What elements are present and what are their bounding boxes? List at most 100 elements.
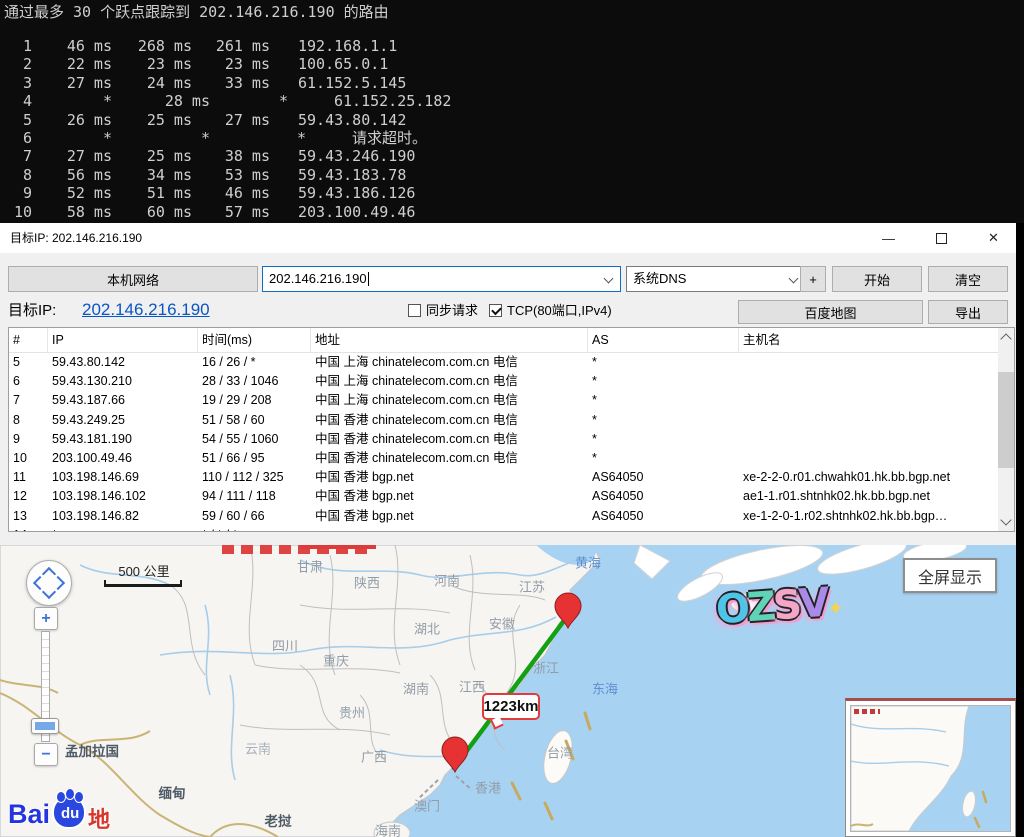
map-scale-bar: [104, 580, 182, 587]
chevron-down-icon[interactable]: [789, 274, 799, 284]
table-row[interactable]: 759.43.187.6619 / 29 / 208中国 上海 chinatel…: [9, 391, 1014, 410]
traceroute-terminal: 通过最多 30 个跃点跟踪到 202.146.216.190 的路由 146 m…: [0, 0, 1024, 223]
scroll-down-icon[interactable]: [1000, 514, 1011, 525]
col-address[interactable]: 地址: [311, 328, 588, 352]
table-row[interactable]: 959.43.181.19054 / 55 / 1060中国 香港 chinat…: [9, 430, 1014, 449]
map-label: 东海: [592, 679, 618, 698]
target-ip-value: 202.146.216.190: [269, 271, 367, 286]
chevron-down-icon[interactable]: [604, 274, 614, 284]
table-row[interactable]: 13103.198.146.8259 / 60 / 66中国 香港 bgp.ne…: [9, 507, 1014, 526]
terminal-row: 1058 ms60 ms57 ms203.100.49.46: [0, 203, 1024, 221]
target-ip-label: 目标IP:: [8, 299, 56, 323]
zoom-out-button[interactable]: −: [34, 743, 58, 766]
minimap-inset[interactable]: [845, 698, 1016, 837]
titlebar: 目标IP: 202.146.216.190 — ✕: [0, 223, 1016, 253]
terminal-row: 526 ms25 ms27 ms59.43.80.142: [0, 111, 1024, 129]
dns-select[interactable]: 系统DNS: [626, 266, 806, 292]
map-label: 四川: [272, 636, 298, 655]
zoom-slider-handle[interactable]: [31, 718, 59, 734]
terminal-row: 222 ms23 ms23 ms100.65.0.1: [0, 55, 1024, 73]
scrollbar-thumb[interactable]: [998, 372, 1014, 468]
tcp-checkbox-label: TCP(80端口,IPv4): [507, 299, 612, 323]
target-ip-link[interactable]: 202.146.216.190: [82, 297, 210, 323]
fullscreen-button[interactable]: 全屏显示: [903, 558, 997, 593]
tcp-checkbox[interactable]: [489, 304, 502, 317]
terminal-row: 952 ms51 ms46 ms59.43.186.126: [0, 184, 1024, 202]
map-label: 老挝: [265, 810, 292, 830]
col-time[interactable]: 时间(ms): [198, 328, 311, 352]
check-icon: [491, 305, 502, 316]
terminal-row: 856 ms34 ms53 ms59.43.183.78: [0, 166, 1024, 184]
map-label: 河南: [434, 571, 460, 590]
close-button[interactable]: ✕: [971, 223, 1016, 253]
map-label: 孟加拉国: [65, 740, 119, 760]
map-label: 重庆: [323, 651, 349, 670]
window-title: 目标IP: 202.146.216.190: [10, 223, 142, 253]
terminal-row: 6***请求超时。: [0, 129, 1024, 147]
table-row[interactable]: 14** / * / *: [9, 526, 1014, 532]
trace-app-window: 目标IP: 202.146.216.190 — ✕ 本机网络 202.146.2…: [0, 223, 1016, 837]
map-label: 广西: [361, 747, 387, 766]
scroll-up-icon[interactable]: [1000, 333, 1011, 344]
pan-right-icon[interactable]: [51, 576, 65, 590]
table-row[interactable]: 659.43.130.21028 / 33 / 1046中国 上海 chinat…: [9, 372, 1014, 391]
ozsv-watermark: OZSV✦: [715, 579, 845, 634]
minimize-button[interactable]: —: [866, 223, 911, 253]
map-label: 湖南: [403, 679, 429, 698]
baidu-paw-icon: du: [52, 795, 86, 829]
table-row[interactable]: 11103.198.146.69110 / 112 / 325中国 香港 bgp…: [9, 468, 1014, 487]
target-ip-input[interactable]: 202.146.216.190: [262, 266, 621, 292]
sync-request-label: 同步请求: [426, 299, 478, 323]
map-pan-control[interactable]: [26, 560, 72, 606]
col-hostname[interactable]: 主机名: [739, 328, 997, 352]
map-label: 云南: [245, 739, 271, 758]
export-button[interactable]: 导出: [928, 300, 1008, 324]
maximize-icon: [936, 233, 947, 244]
col-ip[interactable]: IP: [48, 328, 198, 352]
col-hop[interactable]: #: [9, 328, 48, 352]
sync-request-checkbox[interactable]: [408, 304, 421, 317]
map-label: 湖北: [414, 619, 440, 638]
terminal-row: 4*28 ms*61.152.25.182: [0, 92, 1024, 110]
clear-button[interactable]: 清空: [928, 266, 1008, 292]
map-label: 香港: [475, 778, 501, 797]
terminal-title: 通过最多 30 个跃点跟踪到 202.146.216.190 的路由: [0, 0, 1024, 22]
inset-red-label: [854, 709, 880, 714]
baidu-map[interactable]: 甘肃陕西河南江苏安徽湖北四川重庆湖南江西浙江贵州广西云南黄海东海台湾香港澳门海南…: [0, 545, 1016, 837]
table-scrollbar[interactable]: [998, 328, 1014, 531]
baidu-map-logo: Bai du 地图: [8, 793, 118, 833]
dns-select-value: 系统DNS: [633, 267, 686, 291]
distance-label: 1223km: [482, 693, 540, 720]
col-as[interactable]: AS: [588, 328, 739, 352]
table-header: # IP 时间(ms) 地址 AS 主机名: [9, 328, 1014, 353]
map-scale-label: 500 公里: [104, 561, 184, 580]
table-row[interactable]: 859.43.249.2551 / 58 / 60中国 香港 chinatele…: [9, 411, 1014, 430]
maximize-button[interactable]: [919, 223, 964, 253]
add-button[interactable]: +: [800, 266, 826, 292]
map-label: 安徽: [489, 614, 515, 633]
screen: 通过最多 30 个跃点跟踪到 202.146.216.190 的路由 146 m…: [0, 0, 1024, 837]
table-row[interactable]: 559.43.80.14216 / 26 / *中国 上海 chinatelec…: [9, 353, 1014, 372]
map-label: 江西: [459, 677, 485, 696]
map-label: 浙江: [533, 658, 559, 677]
baidu-map-button[interactable]: 百度地图: [738, 300, 923, 324]
zoom-in-button[interactable]: +: [34, 607, 58, 630]
pan-down-icon[interactable]: [42, 585, 56, 599]
map-label: 缅甸: [159, 782, 186, 802]
table-row[interactable]: 10203.100.49.4651 / 66 / 95中国 香港 chinate…: [9, 449, 1014, 468]
map-label: 海南: [375, 821, 401, 837]
map-label: 台湾: [547, 743, 573, 762]
map-label: 甘肃: [297, 557, 323, 576]
start-button[interactable]: 开始: [832, 266, 922, 292]
map-label: 黄海: [575, 553, 601, 572]
terminal-row: 146 ms268 ms261 ms192.168.1.1: [0, 37, 1024, 55]
terminal-row: 327 ms24 ms33 ms61.152.5.145: [0, 74, 1024, 92]
terminal-row: 727 ms25 ms38 ms59.43.246.190: [0, 147, 1024, 165]
table-row[interactable]: 12103.198.146.10294 / 111 / 118中国 香港 bgp…: [9, 487, 1014, 506]
hops-table: # IP 时间(ms) 地址 AS 主机名 559.43.80.14216 / …: [8, 327, 1015, 532]
map-label: 贵州: [339, 703, 365, 722]
map-label: 江苏: [519, 577, 545, 596]
local-network-button[interactable]: 本机网络: [8, 266, 258, 292]
map-label: 澳门: [414, 796, 440, 815]
text-caret: [368, 272, 369, 286]
